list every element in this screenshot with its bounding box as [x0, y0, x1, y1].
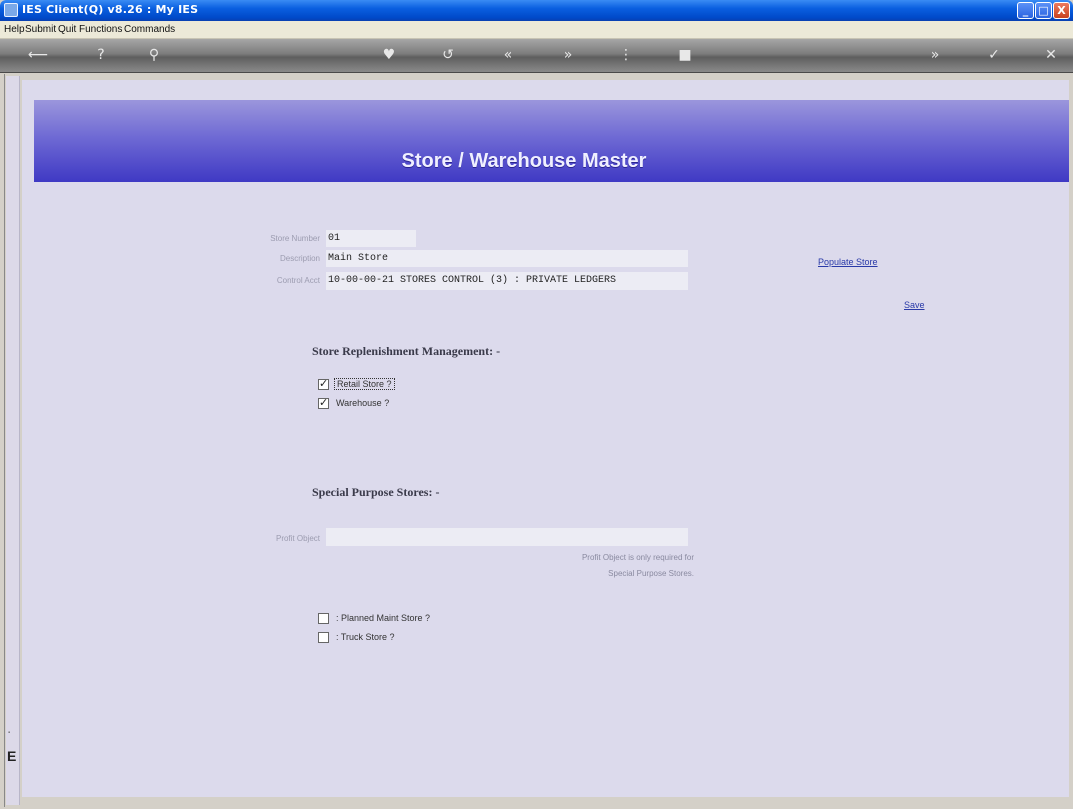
store-number-label: Store Number: [270, 234, 320, 243]
page-title: Store / Warehouse Master: [401, 150, 647, 172]
accept-icon[interactable]: ✓: [985, 43, 1003, 67]
menu-bar: Help Submit Quit Functions Commands: [0, 21, 1073, 39]
stop-icon[interactable]: ■: [676, 43, 694, 67]
save-link[interactable]: Save: [904, 300, 925, 310]
window-title: IES Client(Q) v8.26 : My IES: [22, 3, 199, 16]
strip-glyph: E: [7, 748, 17, 764]
header-band: Store / Warehouse Master: [34, 100, 1069, 182]
close-button[interactable]: X: [1053, 2, 1070, 19]
warehouse-label[interactable]: Warehouse ?: [334, 398, 391, 408]
menu-quit[interactable]: Quit: [58, 24, 76, 35]
next-icon[interactable]: »: [559, 43, 577, 67]
planned-maint-row[interactable]: : Planned Maint Store ?: [318, 611, 432, 625]
back-arrow-icon[interactable]: ⟵: [28, 43, 48, 67]
populate-store-link[interactable]: Populate Store: [818, 257, 878, 267]
retail-store-row[interactable]: Retail Store ?: [318, 377, 395, 391]
more-icon[interactable]: ⋮: [617, 43, 635, 67]
profit-object-note-line2: Special Purpose Stores.: [608, 569, 694, 578]
heart-icon[interactable]: ♥: [380, 43, 398, 67]
truck-store-checkbox[interactable]: [318, 631, 329, 643]
description-label: Description: [279, 254, 320, 263]
profit-object-field[interactable]: [326, 528, 688, 546]
control-acct-label: Control Acct: [276, 276, 320, 285]
help-icon[interactable]: ?: [92, 43, 110, 67]
profit-object-label: Profit Object: [275, 534, 320, 543]
menu-commands[interactable]: Commands: [124, 24, 175, 35]
menu-submit[interactable]: Submit: [25, 24, 56, 35]
menu-help[interactable]: Help: [4, 24, 25, 35]
search-icon[interactable]: ⚲: [145, 43, 163, 67]
warehouse-row[interactable]: Warehouse ?: [318, 396, 391, 410]
control-acct-field[interactable]: 10-00-00-21 STORES CONTROL (3) : PRIVATE…: [326, 272, 688, 290]
planned-maint-checkbox[interactable]: [318, 612, 329, 624]
profit-object-note-line1: Profit Object is only required for: [581, 553, 694, 562]
main-panel: Store / Warehouse Master Store Number 01…: [22, 80, 1069, 797]
window-title-bar[interactable]: IES Client(Q) v8.26 : My IES _ □ X: [0, 0, 1073, 21]
left-side-strip: ▪ E: [6, 76, 20, 805]
app-icon: [4, 3, 18, 17]
menu-functions[interactable]: Functions: [79, 24, 122, 35]
truck-store-row[interactable]: : Truck Store ?: [318, 630, 397, 644]
toolbar: ⟵ ? ⚲ ♥ ↺ « » ⋮ ■ » ✓ ✕: [0, 39, 1073, 73]
maximize-button[interactable]: □: [1035, 2, 1052, 19]
description-field[interactable]: Main Store: [326, 250, 688, 267]
minimize-button[interactable]: _: [1017, 2, 1034, 19]
refresh-icon[interactable]: ↺: [439, 43, 457, 67]
replenishment-section-heading: Store Replenishment Management: -: [312, 344, 501, 358]
forward-icon[interactable]: »: [926, 43, 944, 67]
retail-store-label[interactable]: Retail Store ?: [334, 378, 395, 390]
cancel-icon[interactable]: ✕: [1042, 43, 1060, 67]
previous-icon[interactable]: «: [499, 43, 517, 67]
special-purpose-section-heading: Special Purpose Stores: -: [312, 485, 440, 499]
warehouse-checkbox[interactable]: [318, 396, 329, 409]
store-number-field[interactable]: 01: [326, 230, 416, 247]
retail-store-checkbox[interactable]: [318, 377, 329, 390]
truck-store-label[interactable]: : Truck Store ?: [334, 632, 397, 642]
planned-maint-label[interactable]: : Planned Maint Store ?: [334, 613, 432, 623]
strip-marker: ▪: [8, 730, 11, 736]
